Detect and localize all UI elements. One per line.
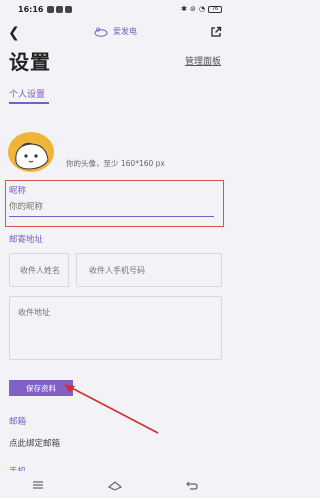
recipient-name-input[interactable] [9,253,69,287]
external-link-icon[interactable] [210,26,222,38]
bind-email-link[interactable]: 点此绑定邮箱 [9,437,60,449]
phone-label: 手机 [9,465,26,471]
wifi-icon: ◔ [198,5,205,13]
tab-personal-settings[interactable]: 个人设置 [9,87,45,100]
recipient-phone-input[interactable] [76,253,222,287]
page-title: 设置 [9,50,51,74]
battery-icon: 76 [208,5,222,13]
admin-panel-link[interactable]: 管理面板 [185,54,221,67]
status-time: 16:16 [18,4,44,14]
app-name: 爱发电 [113,27,137,36]
home-icon[interactable] [107,479,123,491]
system-nav-bar [0,472,230,498]
back-nav-icon[interactable] [184,479,200,491]
header-brand: 爱发电 [0,26,230,37]
recipient-address-input[interactable] [9,296,222,360]
status-bar: 16:16 ✱ ⊘ ◔ 76 [0,0,230,18]
annotation-arrow-icon [64,384,159,434]
app-logo-icon [94,26,108,37]
menu-icon[interactable] [30,479,46,491]
email-label: 邮箱 [9,417,27,427]
mail-address-label: 邮寄地址 [9,235,44,245]
notification-icon [65,5,73,13]
nickname-input[interactable] [9,198,214,217]
notification-icon [47,5,55,13]
avatar-mascot-icon [15,142,49,170]
avatar[interactable] [8,132,54,172]
nickname-label: 昵称 [9,186,27,196]
bluetooth-icon: ✱ [181,5,188,13]
tab-active-indicator [9,102,49,104]
avatar-hint: 你的头像，至少 160*160 px [66,159,165,168]
status-app-icons [47,5,73,13]
app-header: ❮ 爱发电 [0,20,230,48]
settings-screen: 16:16 ✱ ⊘ ◔ 76 ❮ 爱发电 设置 管理面板 个人设置 你的头像，至… [0,0,230,498]
status-right: ✱ ⊘ ◔ 76 [181,5,222,13]
mute-icon: ⊘ [190,5,196,13]
notification-icon [56,5,64,13]
